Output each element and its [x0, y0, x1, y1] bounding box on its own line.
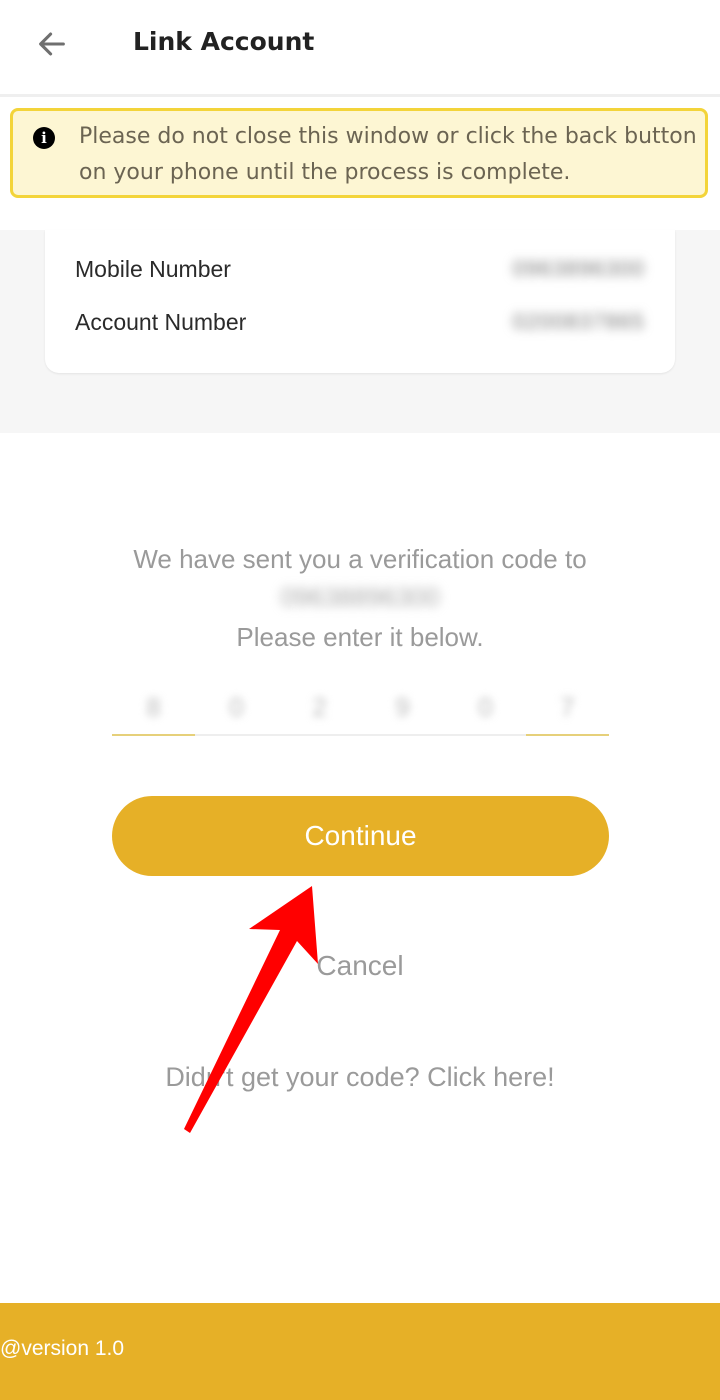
account-number-row: Account Number 0200837865 — [75, 303, 645, 343]
continue-button[interactable]: Continue — [112, 796, 609, 876]
mobile-number-row: Mobile Number 0963896300 — [75, 250, 645, 290]
mobile-number-value: 0963896300 — [512, 256, 645, 281]
otp-digit-field[interactable]: 8 — [112, 680, 195, 736]
app-header: Link Account — [0, 0, 720, 97]
otp-input[interactable]: 8 0 2 9 0 7 — [112, 680, 609, 738]
otp-digit-field[interactable]: 7 — [526, 680, 609, 736]
otp-digit: 0 — [229, 692, 244, 722]
annotation-arrow-shape — [184, 886, 318, 1133]
otp-digit-field[interactable]: 2 — [278, 680, 361, 736]
version-label: @version 1.0 — [0, 1337, 125, 1360]
otp-digit-field[interactable]: 0 — [195, 680, 278, 736]
otp-digit: 8 — [146, 692, 161, 722]
footer: @version 1.0 — [0, 1303, 720, 1400]
verification-instruction: Please enter it below. — [236, 622, 484, 652]
warning-banner: i Please do not close this window or cli… — [10, 108, 708, 198]
otp-digit: 0 — [478, 692, 493, 722]
otp-digit-field[interactable]: 9 — [361, 680, 444, 736]
otp-digit: 2 — [312, 692, 327, 722]
cancel-link[interactable]: Cancel — [0, 950, 720, 982]
back-button[interactable] — [28, 22, 76, 66]
account-number-value: 0200837865 — [512, 309, 645, 334]
page-title: Link Account — [133, 27, 315, 56]
info-icon: i — [33, 127, 55, 149]
otp-digit-field[interactable]: 0 — [444, 680, 527, 736]
resend-code-link[interactable]: Didn't get your code? Click here! — [0, 1062, 720, 1093]
account-number-label: Account Number — [75, 309, 247, 335]
otp-digit: 9 — [395, 692, 410, 722]
arrow-left-icon — [39, 32, 65, 56]
otp-digit: 7 — [560, 692, 575, 722]
mobile-number-label: Mobile Number — [75, 256, 231, 282]
banner-message: Please do not close this window or click… — [79, 124, 697, 185]
account-card: Mobile Number 0963896300 Account Number … — [45, 230, 675, 373]
verification-phone: 09638896300 — [280, 582, 440, 612]
verification-intro: We have sent you a verification code to — [133, 544, 587, 574]
